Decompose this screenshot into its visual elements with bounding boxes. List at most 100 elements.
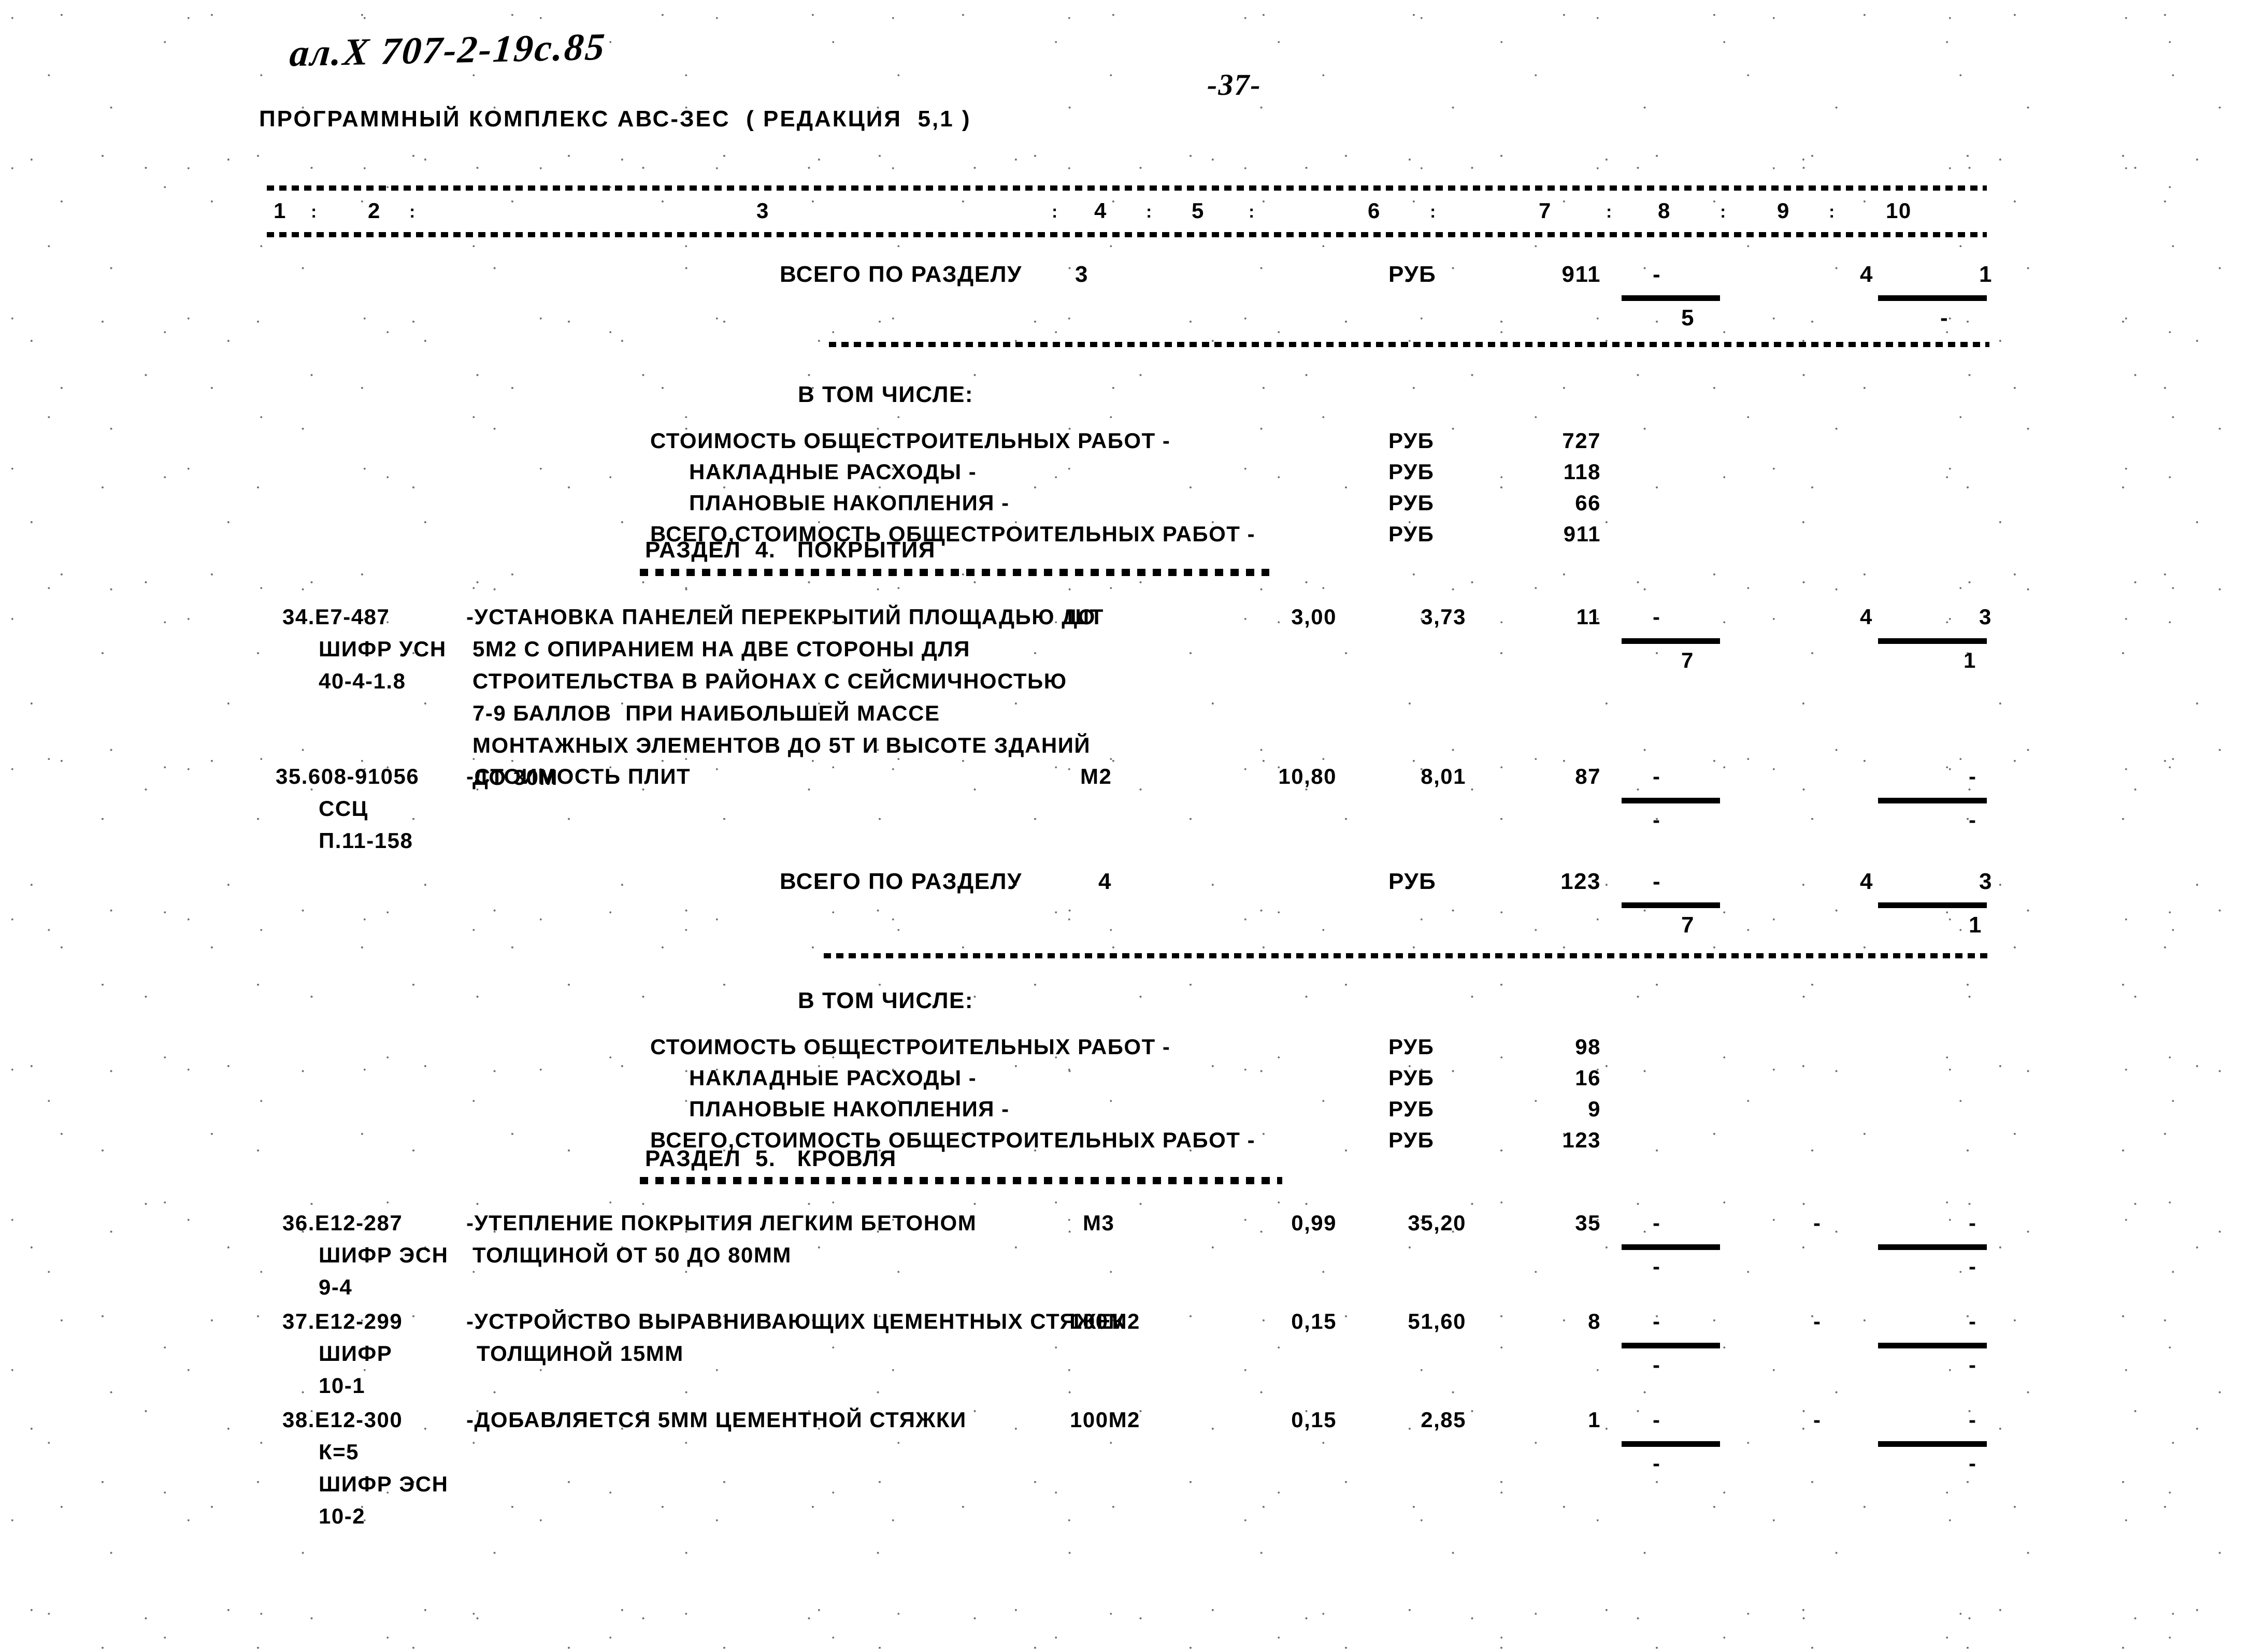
item-col9: -	[1813, 1211, 1822, 1235]
item-unit: ШТ	[1067, 605, 1104, 629]
item-col8-under: -	[1653, 1451, 1661, 1475]
item-col8-underline	[1622, 1441, 1720, 1447]
item-code-line: ШИФР ЭСН	[319, 1472, 449, 1496]
page-number: -37-	[1207, 68, 1262, 102]
included-4-row-unit: РУБ	[1388, 1035, 1435, 1059]
section-4-heading-rule	[640, 569, 1269, 576]
total-section-3-col8: -	[1653, 262, 1661, 287]
item-code-line: 36.Е12-287	[282, 1211, 403, 1235]
item-col8: -	[1653, 605, 1661, 629]
total-section-3-col7: 911	[1561, 262, 1601, 287]
item-code-line: 35.608-91056	[276, 764, 420, 788]
included-3-row-label: СТОИМОСТЬ ОБЩЕСТРОИТЕЛЬНЫХ РАБОТ -	[650, 428, 1171, 453]
item-col8: -	[1653, 1309, 1661, 1333]
item-col8-underline	[1622, 1244, 1720, 1250]
item-col10: -	[1969, 1211, 1977, 1235]
column-separator: :	[1052, 202, 1058, 222]
item-col10: -	[1969, 764, 1977, 788]
item-cost: 11	[1576, 605, 1601, 629]
included-4-row-label: СТОИМОСТЬ ОБЩЕСТРОИТЕЛЬНЫХ РАБОТ -	[650, 1035, 1171, 1059]
item-code-line: ССЦ	[319, 796, 368, 821]
item-code-line: П.11-158	[319, 828, 413, 853]
included-3-row-unit: РУБ	[1388, 459, 1435, 484]
item-desc-line: МОНТАЖНЫХ ЭЛЕМЕНТОВ ДО 5Т И ВЫСОТЕ ЗДАНИ…	[472, 733, 1091, 757]
total-section-4-col10-underline	[1878, 902, 1987, 908]
included-4-row-label: ПЛАНОВЫЕ НАКОПЛЕНИЯ -	[689, 1097, 1010, 1121]
item-code-line: 40-4-1.8	[319, 669, 406, 693]
item-col10-underline	[1878, 1244, 1987, 1250]
handwritten-document-code: ал.X 707-2-19с.85	[288, 25, 608, 75]
section-5-heading: РАЗДЕЛ 5. КРОВЛЯ	[645, 1146, 897, 1171]
item-code-line: 37.Е12-299	[282, 1309, 403, 1333]
item-qty: 0,99	[1291, 1211, 1337, 1235]
included-3-row-unit: РУБ	[1388, 428, 1435, 453]
included-3-row-unit: РУБ	[1388, 491, 1435, 515]
column-header-7: 7	[1539, 198, 1552, 223]
column-header-3: 3	[756, 198, 769, 223]
item-unit: 100М2	[1070, 1309, 1140, 1333]
total-section-4-col10: 3	[1979, 869, 1993, 894]
column-header-5: 5	[1192, 198, 1205, 223]
column-header-6: 6	[1368, 198, 1381, 223]
column-header-2: 2	[368, 198, 381, 223]
item-col8-underline	[1622, 1343, 1720, 1348]
column-separator: :	[1606, 202, 1613, 222]
column-separator: :	[1146, 202, 1153, 222]
item-code-line: ШИФР	[319, 1341, 393, 1366]
item-qty: 10,80	[1278, 764, 1337, 788]
total-section-4-col8-underline	[1622, 902, 1720, 908]
total-section-4-col9: 4	[1860, 869, 1873, 894]
total-section-4-unit: РУБ	[1388, 869, 1437, 894]
item-col8-under: -	[1653, 808, 1661, 832]
included-4-row-value: 123	[1562, 1128, 1601, 1152]
included-4-row-value: 16	[1575, 1066, 1601, 1090]
total-section-3-label: ВСЕГО ПО РАЗДЕЛУ	[780, 262, 1022, 287]
scan-noise-overlay	[0, 0, 2264, 1652]
item-price: 2,85	[1421, 1407, 1466, 1432]
item-cost: 87	[1575, 764, 1601, 788]
item-price: 8,01	[1421, 764, 1466, 788]
item-col10-under: 1	[1964, 648, 1976, 672]
header-rule-top	[267, 185, 1987, 191]
item-col9: -	[1813, 1309, 1822, 1333]
total-section-4-col8: -	[1653, 869, 1661, 894]
item-col8-underline	[1622, 798, 1720, 803]
item-code-line: 38.Е12-300	[282, 1407, 403, 1432]
item-col10-under: -	[1969, 1353, 1977, 1377]
included-3-row-unit: РУБ	[1388, 522, 1435, 546]
item-desc-line: ТОЛЩИНОЙ 15ММ	[477, 1341, 684, 1366]
total-section-4-col7: 123	[1560, 869, 1601, 894]
column-separator: :	[1249, 202, 1255, 222]
item-col10-underline	[1878, 798, 1987, 803]
item-unit: 100М2	[1070, 1407, 1140, 1432]
item-qty: 3,00	[1291, 605, 1337, 629]
item-col10-underline	[1878, 1441, 1987, 1447]
document-page: ал.X 707-2-19с.85 -37- ПРОГРАММНЫЙ КОМПЛ…	[0, 0, 2264, 1652]
included-3-row-value: 911	[1563, 522, 1601, 546]
item-desc-line: СТРОИТЕЛЬСТВА В РАЙОНАХ С СЕЙСМИЧНОСТЬЮ	[472, 669, 1067, 693]
item-code-line: 34.Е7-487	[282, 605, 390, 629]
column-header-9: 9	[1777, 198, 1790, 223]
included-3-row-label: ПЛАНОВЫЕ НАКОПЛЕНИЯ -	[689, 491, 1010, 515]
included-4-title: В ТОМ ЧИСЛЕ:	[798, 988, 973, 1013]
total-section-3-rule	[829, 342, 1989, 347]
total-section-3-col10-under: -	[1940, 305, 1949, 331]
total-section-4-col8-under: 7	[1681, 912, 1695, 938]
item-desc-line: 7-9 БАЛЛОВ ПРИ НАИБОЛЬШЕЙ МАССЕ	[472, 701, 940, 725]
item-col8: -	[1653, 764, 1661, 788]
item-price: 51,60	[1408, 1309, 1466, 1333]
item-col8-under: -	[1653, 1353, 1661, 1377]
total-section-3-col10: 1	[1979, 262, 1993, 287]
header-rule-bottom	[267, 232, 1987, 237]
total-section-3-number: 3	[1075, 262, 1088, 287]
item-col10: -	[1969, 1309, 1977, 1333]
item-code-line: 10-2	[319, 1504, 366, 1528]
item-col9: -	[1813, 1407, 1822, 1432]
total-section-4-col10-under: 1	[1969, 912, 1982, 938]
item-col10-under: -	[1969, 808, 1977, 832]
column-header-8: 8	[1658, 198, 1671, 223]
item-code-line: 9-4	[319, 1275, 353, 1299]
item-col10-underline	[1878, 1343, 1987, 1348]
total-section-3-col10-underline	[1878, 295, 1987, 301]
item-col8: -	[1653, 1211, 1661, 1235]
